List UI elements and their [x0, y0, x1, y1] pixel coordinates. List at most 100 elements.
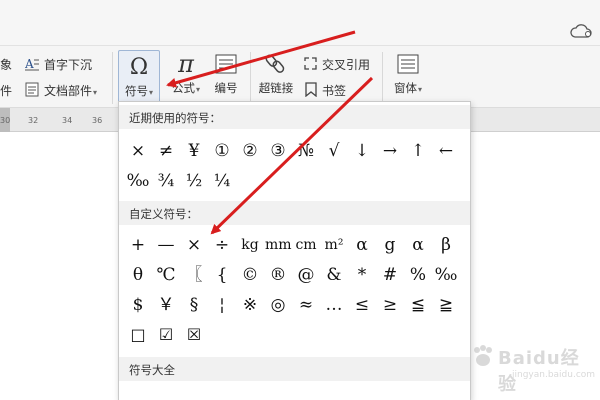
symbol-cell[interactable]: ◎ [265, 292, 291, 318]
symbol-cell[interactable]: ½ [181, 168, 207, 194]
ruler-tick-label: 30 [0, 116, 11, 125]
cross-reference-button[interactable]: 交叉引用 [322, 56, 370, 73]
symbol-cell[interactable]: * [349, 262, 375, 288]
symbol-cell[interactable]: ‰ [433, 262, 459, 288]
paw-logo-icon [474, 345, 492, 366]
numbering-button[interactable]: 编号 [208, 50, 244, 104]
symbol-cell[interactable]: $ [125, 292, 151, 318]
symbol-cell[interactable]: ※ [237, 292, 263, 318]
symbol-cell[interactable]: □ [125, 322, 151, 348]
bookmark-button[interactable]: 书签 [322, 82, 346, 99]
svg-text:A: A [25, 57, 34, 71]
symbol-cell[interactable]: ‰ [125, 168, 151, 194]
symbol-cell[interactable]: ¦ [209, 292, 235, 318]
insert-ribbon: 象 A 首字下沉 件 文档部件▾ Ω 符号▾ π 公式▾ 编号 超链接 交叉引用… [0, 46, 600, 108]
symbol-dropdown: 近期使用的符号： × ≠ ¥ ① ② ③ № √ ↓ → ↑ ← ‰ ¾ ½ ¼ 自定义符号： + — × ÷ kg m… [118, 101, 471, 400]
all-symbols-header[interactable]: 符号大全 [119, 357, 470, 381]
ribbon-divider [250, 52, 251, 104]
symbol-cell[interactable]: 〖 [181, 262, 207, 288]
symbol-cell[interactable]: ≤ [349, 292, 375, 318]
symbol-button[interactable]: Ω 符号▾ [118, 50, 160, 104]
symbol-cell[interactable]: … [321, 292, 347, 318]
symbol-cell[interactable]: ↓ [349, 138, 375, 164]
symbol-cell[interactable]: ☑ [153, 322, 179, 348]
symbol-cell[interactable]: { [209, 262, 235, 288]
symbol-cell[interactable]: ℃ [153, 262, 179, 288]
symbol-cell[interactable]: θ [125, 262, 151, 288]
symbol-cell[interactable]: ¼ [209, 168, 235, 194]
symbol-cell[interactable]: → [377, 138, 403, 164]
custom-symbols-header: 自定义符号： [119, 201, 470, 225]
chevron-down-icon: ▾ [195, 85, 200, 94]
numbering-button-label: 编号 [214, 81, 238, 95]
symbol-cell[interactable]: — [153, 232, 179, 258]
ribbon-divider [382, 52, 383, 104]
title-bar [0, 0, 600, 46]
chevron-down-icon: ▾ [148, 88, 153, 97]
ribbon-item-partial-jian[interactable]: 件 [0, 82, 12, 99]
drop-cap-button[interactable]: 首字下沉 [44, 56, 92, 73]
numbering-icon [211, 50, 241, 78]
ruler-tick-label: 34 [62, 116, 73, 125]
symbol-cell[interactable]: × [181, 232, 207, 258]
symbol-cell[interactable]: g [377, 232, 403, 258]
symbol-cell[interactable]: ® [265, 262, 291, 288]
symbol-cell[interactable]: @ [293, 262, 319, 288]
symbol-cell[interactable]: ☒ [181, 322, 207, 348]
symbol-cell[interactable]: ↑ [405, 138, 431, 164]
symbol-cell[interactable]: √ [321, 138, 347, 164]
symbol-cell[interactable]: & [321, 262, 347, 288]
formula-button[interactable]: π 公式▾ [166, 50, 206, 104]
symbol-cell[interactable]: № [293, 138, 319, 164]
symbol-cell[interactable]: ≈ [293, 292, 319, 318]
symbol-cell[interactable]: ￥ [153, 292, 179, 318]
symbol-cell[interactable]: ÷ [209, 232, 235, 258]
drop-cap-icon: A [25, 57, 39, 71]
recent-symbols-header: 近期使用的符号： [119, 105, 470, 129]
document-parts-button[interactable]: 文档部件▾ [44, 82, 97, 99]
symbol-cell[interactable]: © [237, 262, 263, 288]
symbol-cell[interactable]: β [433, 232, 459, 258]
symbol-cell[interactable]: ① [209, 138, 235, 164]
hyperlink-button[interactable]: 超链接 [256, 50, 296, 104]
cloud-sync-icon[interactable] [570, 24, 592, 38]
chevron-down-icon: ▾ [417, 85, 422, 94]
symbol-cell[interactable]: # [377, 262, 403, 288]
symbol-cell[interactable]: mm [265, 232, 292, 258]
symbol-cell[interactable]: α [349, 232, 375, 258]
symbol-cell[interactable]: ← [433, 138, 459, 164]
document-parts-label: 文档部件 [44, 84, 93, 98]
formula-button-label: 公式 [171, 81, 195, 95]
form-button-label: 窗体 [393, 81, 417, 95]
chevron-down-icon: ▾ [93, 88, 98, 97]
baidu-watermark: Baidu经验 jingyan.baidu.com [470, 340, 598, 396]
symbol-cell[interactable]: ≠ [153, 138, 179, 164]
link-icon [261, 50, 291, 78]
symbol-button-label: 符号 [124, 84, 148, 98]
symbol-cell[interactable]: ≦ [405, 292, 431, 318]
symbol-cell[interactable]: ¥ [181, 138, 207, 164]
watermark-url: jingyan.baidu.com [512, 370, 596, 380]
symbol-cell[interactable]: § [181, 292, 207, 318]
symbol-cell[interactable]: ② [237, 138, 263, 164]
ruler-tick-label: 36 [92, 116, 103, 125]
symbol-cell[interactable]: ≥ [377, 292, 403, 318]
symbol-cell[interactable]: ③ [265, 138, 291, 164]
form-button[interactable]: 窗体▾ [388, 50, 428, 104]
symbol-cell[interactable]: cm [293, 232, 319, 258]
bookmark-icon [305, 82, 317, 97]
symbol-cell[interactable]: % [405, 262, 431, 288]
omega-icon: Ω [129, 54, 149, 80]
symbol-cell[interactable]: × [125, 138, 151, 164]
pi-icon: π [178, 50, 194, 78]
hyperlink-button-label: 超链接 [258, 81, 294, 95]
symbol-cell[interactable]: kg [237, 232, 263, 258]
ribbon-item-partial-xiang[interactable]: 象 [0, 56, 12, 73]
symbol-cell[interactable]: ≧ [433, 292, 459, 318]
ribbon-divider [112, 52, 113, 104]
symbol-cell[interactable]: + [125, 232, 151, 258]
symbol-cell[interactable]: m² [321, 232, 347, 258]
symbol-cell[interactable]: α [405, 232, 431, 258]
symbol-cell[interactable]: ¾ [153, 168, 179, 194]
ruler-tick-label: 32 [28, 116, 39, 125]
